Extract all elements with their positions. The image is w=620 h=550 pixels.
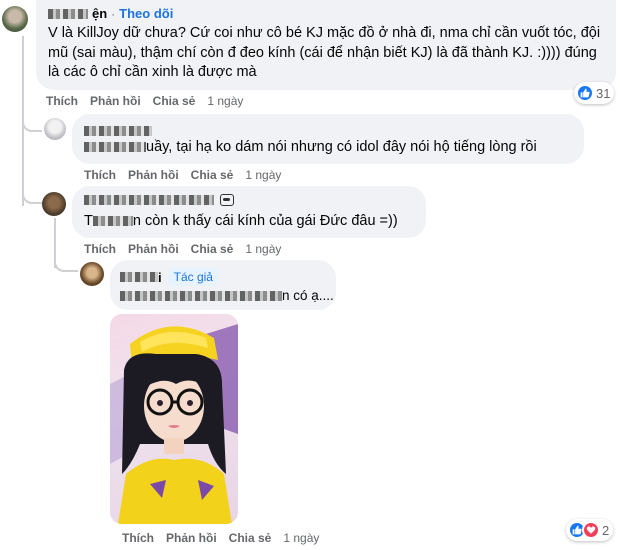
reply-actions: Thích Phản hồi Chia sẻ 1 ngày [84,242,281,256]
redacted-text [92,216,133,227]
reply-button[interactable]: Phản hồi [128,168,179,182]
reply-bubble: i Tác giả n có ạ.... [110,260,336,310]
attached-photo[interactable] [110,314,238,524]
reaction-count: 2 [602,522,610,538]
love-icon [582,521,600,539]
avatar[interactable] [44,118,66,140]
reaction-summary[interactable]: 31 [574,82,615,104]
share-button[interactable]: Chia sẻ [153,94,196,108]
thread-connector-reply3 [54,252,78,272]
reply-bubble: uầy, tại hạ ko dám nói nhưng có idol đây… [72,114,584,164]
like-button[interactable]: Thích [84,168,116,182]
reply-button[interactable]: Phản hồi [128,242,179,256]
timestamp[interactable]: 1 ngày [245,242,281,256]
avatar[interactable] [80,262,104,286]
timestamp[interactable]: 1 ngày [245,168,281,182]
reply-text-row: uầy, tại hạ ko dám nói nhưng có idol đây… [84,138,537,158]
avatar[interactable] [42,192,66,216]
thread-connector-reply1 [22,112,42,132]
reaction-count: 31 [596,85,611,101]
reply-author[interactable] [84,194,234,206]
like-icon [576,84,594,102]
share-button[interactable]: Chia sẻ [229,531,272,545]
reply-text: uầy, tại hạ ko dám nói nhưng có idol đây… [146,139,537,155]
avatar[interactable] [2,6,28,32]
share-button[interactable]: Chia sẻ [191,242,234,256]
follow-button[interactable]: Theo dõi [119,6,173,21]
reply-actions: Thích Phản hồi Chia sẻ 1 ngày [122,531,319,545]
emoji-icon [220,194,234,206]
reply-bubble: Tn còn k thấy cái kính của gái Đức đâu =… [72,186,426,238]
reply-text: n có ạ.... [282,288,334,303]
reply-author[interactable]: i Tác giả [120,268,219,286]
thread-connector-reply2 [22,184,42,204]
comment-author[interactable]: ện · Theo dõi [48,6,173,21]
redacted-text [120,291,282,302]
reaction-summary[interactable]: 2 [566,519,614,541]
timestamp[interactable]: 1 ngày [207,94,243,108]
comment-bubble: ện · Theo dõi V là KillJoy dữ chưa? Cứ c… [36,0,616,90]
redacted-text [84,142,146,153]
comment-actions: Thích Phản hồi Chia sẻ 1 ngày [46,94,243,108]
author-badge: Tác giả [167,268,219,286]
author-name-redacted [48,8,88,19]
reply-actions: Thích Phản hồi Chia sẻ 1 ngày [84,168,281,182]
reply-text-row: Tn còn k thấy cái kính của gái Đức đâu =… [84,213,398,229]
timestamp[interactable]: 1 ngày [283,531,319,545]
reply-text-row: n có ạ.... [120,286,334,306]
reply-button[interactable]: Phản hồi [166,531,217,545]
like-button[interactable]: Thích [46,94,78,108]
reply-text: n còn k thấy cái kính của gái Đức đâu =)… [132,213,398,229]
like-button[interactable]: Thích [84,242,116,256]
photo-illustration [110,324,238,524]
author-name-redacted [84,195,214,205]
author-name-redacted [120,272,158,282]
like-button[interactable]: Thích [122,531,154,545]
reply-button[interactable]: Phản hồi [90,94,141,108]
comment-text: V là KillJoy dữ chưa? Cứ coi như cô bé K… [48,25,601,80]
share-button[interactable]: Chia sẻ [191,168,234,182]
author-name-redacted [84,125,152,136]
